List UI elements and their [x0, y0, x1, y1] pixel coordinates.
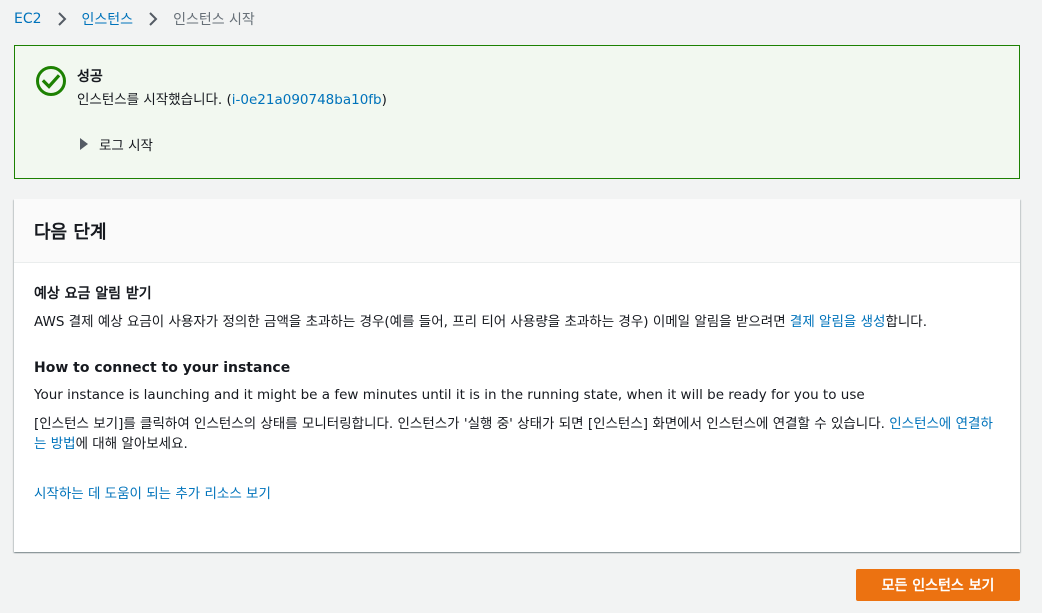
- flash-message-suffix: ): [381, 92, 387, 108]
- next-steps-panel: 다음 단계 예상 요금 알림 받기 AWS 결제 예상 요금이 사용자가 정의한…: [14, 199, 1020, 552]
- instance-id-link[interactable]: i-0e21a090748ba10fb: [232, 92, 382, 108]
- connect-launch-text: Your instance is launching and it might …: [34, 387, 865, 403]
- billing-alert-heading: 예상 요금 알림 받기: [34, 286, 152, 302]
- next-steps-header: 다음 단계: [14, 199, 1020, 263]
- flash-message: 인스턴스를 시작했습니다. (i-0e21a090748ba10fb): [77, 88, 387, 108]
- chevron-right-icon: [141, 9, 165, 29]
- launch-log-toggle[interactable]: 로그 시작: [79, 134, 153, 154]
- connect-monitor-body: [인스턴스 보기]를 클릭하여 인스턴스의 상태를 모니터링합니다. 인스턴스가…: [34, 416, 890, 432]
- chevron-right-icon: [50, 9, 74, 29]
- view-all-instances-button[interactable]: 모든 인스턴스 보기: [856, 569, 1020, 601]
- breadcrumb: EC2 인스턴스 인스턴스 시작: [14, 9, 255, 29]
- next-steps-title: 다음 단계: [34, 221, 107, 243]
- check-circle-icon: [35, 65, 67, 97]
- billing-alert-text: AWS 결제 예상 요금이 사용자가 정의한 금액을 초과하는 경우(예를 들어…: [34, 312, 1000, 332]
- breadcrumb-instances-link[interactable]: 인스턴스: [82, 9, 134, 29]
- connect-heading: How to connect to your instance: [34, 360, 291, 376]
- create-billing-alert-link[interactable]: 결제 알림을 생성: [790, 314, 886, 330]
- breadcrumb-ec2-link[interactable]: EC2: [14, 11, 42, 27]
- more-resources-link[interactable]: 시작하는 데 도움이 되는 추가 리소스 보기: [34, 482, 271, 502]
- flash-title: 성공: [77, 69, 103, 85]
- success-flash: 성공 인스턴스를 시작했습니다. (i-0e21a090748ba10fb) 로…: [14, 45, 1020, 179]
- caret-right-icon: [79, 137, 93, 151]
- connect-monitor-text: [인스턴스 보기]를 클릭하여 인스턴스의 상태를 모니터링합니다. 인스턴스가…: [34, 414, 1000, 454]
- flash-message-text: 인스턴스를 시작했습니다. (: [77, 92, 232, 108]
- connect-monitor-suffix: 에 대해 알아보세요.: [75, 436, 188, 452]
- billing-alert-body: AWS 결제 예상 요금이 사용자가 정의한 금액을 초과하는 경우(예를 들어…: [34, 314, 790, 330]
- billing-alert-suffix: 합니다.: [885, 314, 927, 330]
- next-steps-body: 예상 요금 알림 받기 AWS 결제 예상 요금이 사용자가 정의한 금액을 초…: [14, 263, 1020, 502]
- launch-log-label: 로그 시작: [99, 138, 153, 154]
- breadcrumb-current: 인스턴스 시작: [173, 12, 255, 28]
